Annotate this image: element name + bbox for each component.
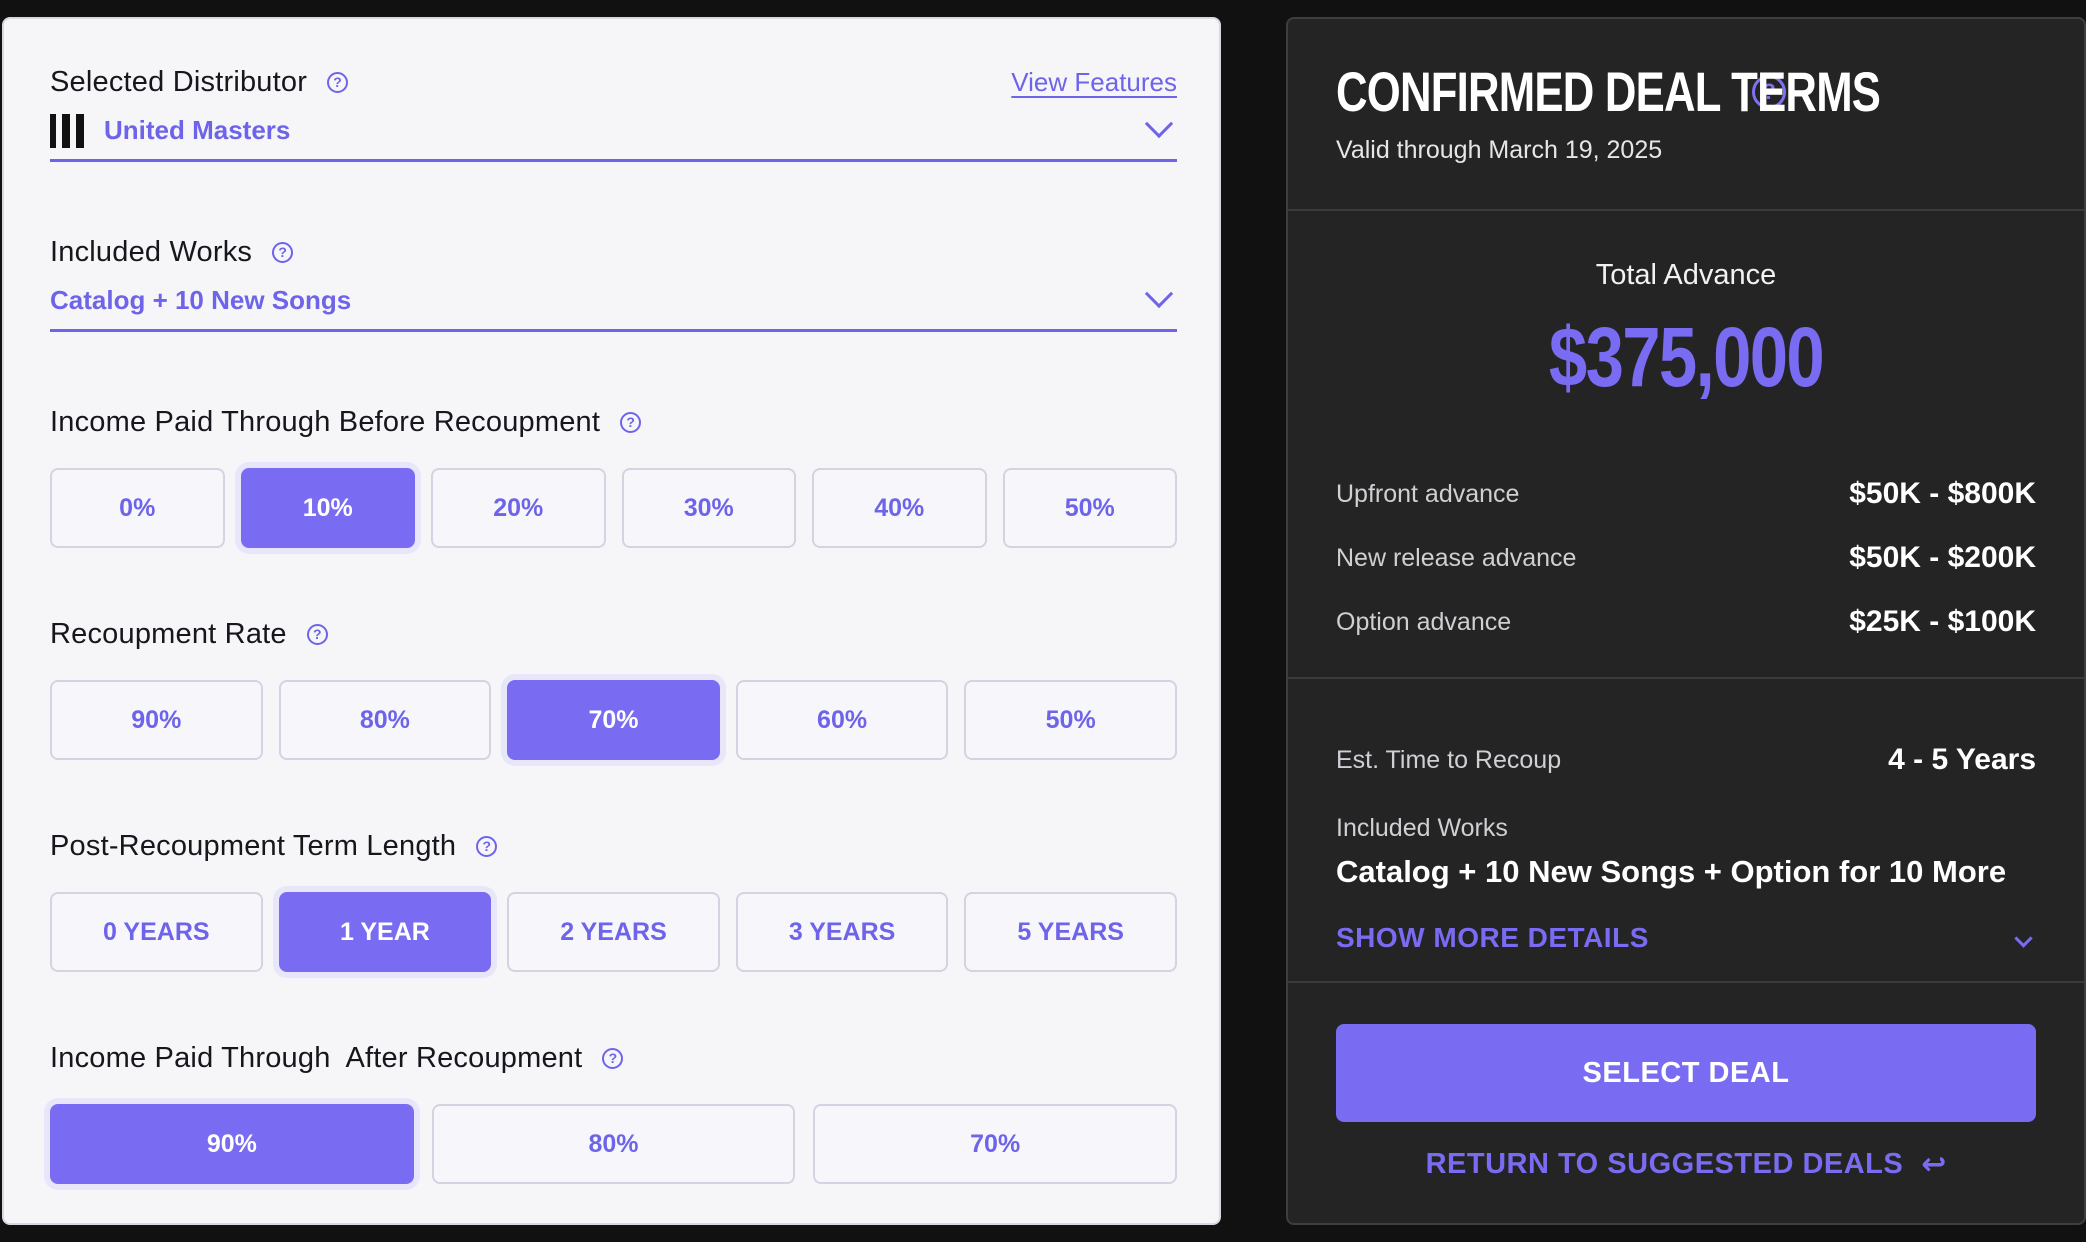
- term-length-section: Post-Recoupment Term Length ? 0 YEARS 1 Y…: [50, 826, 1177, 972]
- valid-through-text: Valid through March 19, 2025: [1336, 136, 1663, 164]
- divider: [1288, 981, 2084, 983]
- recoup-time-label: Est. Time to Recoup: [1336, 745, 1562, 774]
- recoupment-rate-label: Recoupment Rate: [50, 617, 287, 650]
- income-after-section: Income Paid Through After Recoupment ? 9…: [50, 1038, 1178, 1184]
- advance-label: New release advance: [1336, 543, 1577, 572]
- advance-value: $50K - $200K: [1849, 541, 2036, 574]
- option-button[interactable]: 10%: [240, 468, 415, 548]
- advance-label: Upfront advance: [1336, 479, 1520, 508]
- included-works-summary-value: Catalog + 10 New Songs + Option for 10 M…: [1336, 854, 2007, 889]
- income-before-section: Income Paid Through Before Recoupment ? …: [50, 402, 1177, 548]
- option-button[interactable]: 70%: [813, 1104, 1178, 1184]
- return-link-label: RETURN TO SUGGESTED DEALS: [1425, 1148, 1904, 1180]
- included-works-label: Included Works: [50, 235, 253, 268]
- recoup-time-row: Est. Time to Recoup 4 - 5 Years: [1336, 743, 2036, 777]
- show-more-details-label: SHOW MORE DETAILS: [1336, 922, 1649, 953]
- term-length-label: Post-Recoupment Term Length: [50, 829, 457, 862]
- option-button[interactable]: 3 YEARS: [735, 892, 949, 972]
- distributor-value: United Masters: [104, 115, 291, 145]
- option-button[interactable]: 1 YEAR: [278, 892, 492, 972]
- new-release-advance-row: New release advance $50K - $200K: [1336, 541, 2036, 575]
- option-button[interactable]: 80%: [278, 680, 492, 760]
- income-before-options: 0% 10% 20% 30% 40% 50%: [50, 468, 1177, 548]
- select-deal-button[interactable]: SELECT DEAL: [1336, 1024, 2036, 1122]
- help-icon[interactable]: ?: [620, 411, 642, 433]
- help-icon[interactable]: ?: [306, 623, 328, 645]
- included-works-value: Catalog + 10 New Songs: [50, 285, 352, 315]
- deal-terms-header: CONFIRMED DEAL TERMS ? Valid through Mar…: [1336, 59, 2044, 165]
- option-button[interactable]: 60%: [735, 680, 949, 760]
- return-to-suggested-deals-link[interactable]: RETURN TO SUGGESTED DEALS ↩: [1288, 1147, 2084, 1182]
- option-button[interactable]: 90%: [50, 680, 263, 760]
- option-button[interactable]: 90%: [50, 1104, 414, 1184]
- deal-options-panel: Selected Distributor ? View Features Uni…: [2, 17, 1221, 1225]
- option-advance-row: Option advance $25K - $100K: [1336, 605, 2036, 639]
- recoupment-rate-section: Recoupment Rate ? 90% 80% 70% 60% 50%: [50, 614, 1177, 760]
- option-button[interactable]: 50%: [1002, 468, 1177, 548]
- income-after-label: Income Paid Through After Recoupment: [50, 1041, 583, 1074]
- option-button[interactable]: 80%: [431, 1104, 796, 1184]
- total-advance-value: $375,000: [1548, 310, 1825, 404]
- united-masters-logo: [50, 113, 84, 148]
- chevron-down-icon: [1144, 109, 1174, 138]
- divider: [1288, 677, 2084, 679]
- option-button[interactable]: 0%: [50, 468, 225, 548]
- recoup-time-value: 4 - 5 Years: [1888, 743, 2036, 776]
- option-button[interactable]: 5 YEARS: [964, 892, 1177, 972]
- divider: [1288, 209, 2084, 211]
- view-features-link[interactable]: View Features: [1011, 67, 1177, 98]
- chevron-down-icon: [1144, 279, 1174, 308]
- included-works-section: Included Works ? Catalog + 10 New Songs: [50, 232, 1177, 332]
- included-works-dropdown[interactable]: Catalog + 10 New Songs: [50, 272, 1177, 332]
- option-button[interactable]: 0 YEARS: [50, 892, 263, 972]
- term-length-options: 0 YEARS 1 YEAR 2 YEARS 3 YEARS 5 YEARS: [50, 892, 1177, 972]
- advance-value: $50K - $800K: [1849, 477, 2036, 510]
- total-advance-label: Total Advance: [1595, 259, 1777, 291]
- chevron-down-icon: [2014, 928, 2033, 948]
- help-icon[interactable]: ?: [272, 241, 294, 263]
- income-before-label: Income Paid Through Before Recoupment: [50, 405, 601, 438]
- deal-terms-panel: CONFIRMED DEAL TERMS ? Valid through Mar…: [1286, 17, 2086, 1225]
- show-more-details-toggle[interactable]: SHOW MORE DETAILS: [1336, 922, 2036, 954]
- help-icon[interactable]: ?: [327, 71, 349, 93]
- advance-value: $25K - $100K: [1849, 605, 2036, 638]
- distributor-section: Selected Distributor ? View Features Uni…: [50, 62, 1177, 162]
- option-button[interactable]: 30%: [621, 468, 796, 548]
- help-icon[interactable]: ?: [602, 1047, 624, 1069]
- help-icon[interactable]: ?: [476, 835, 498, 857]
- option-button[interactable]: 70%: [507, 680, 720, 760]
- advance-label: Option advance: [1336, 607, 1512, 636]
- option-button[interactable]: 2 YEARS: [507, 892, 720, 972]
- option-button[interactable]: 40%: [812, 468, 987, 548]
- distributor-dropdown[interactable]: United Masters: [50, 102, 1177, 162]
- included-works-summary-label: Included Works: [1336, 814, 1508, 842]
- distributor-label: Selected Distributor: [50, 65, 308, 98]
- deal-terms-title: CONFIRMED DEAL TERMS: [1336, 60, 1881, 123]
- return-arrow-icon: ↩: [1921, 1148, 1947, 1181]
- option-button[interactable]: 50%: [964, 680, 1177, 760]
- recoupment-rate-options: 90% 80% 70% 60% 50%: [50, 680, 1177, 760]
- upfront-advance-row: Upfront advance $50K - $800K: [1336, 477, 2036, 511]
- option-button[interactable]: 20%: [431, 468, 606, 548]
- deal-configurator: Selected Distributor ? View Features Uni…: [0, 0, 2086, 1242]
- income-after-options: 90% 80% 70%: [50, 1104, 1178, 1184]
